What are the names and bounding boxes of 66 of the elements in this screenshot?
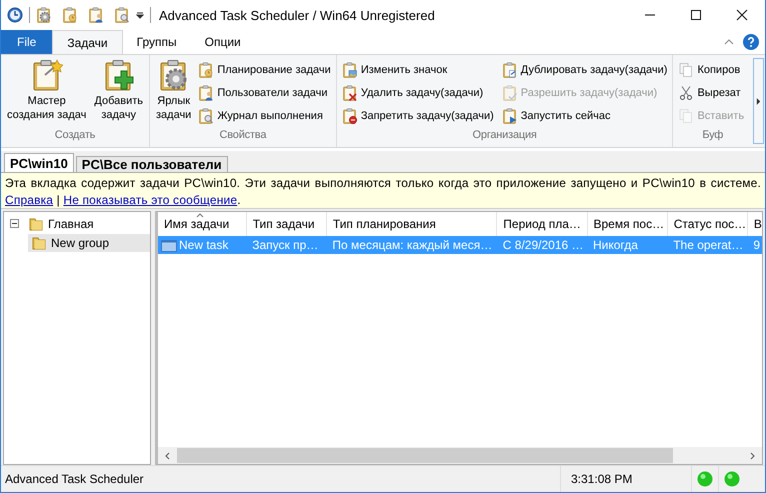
group-label: Создать <box>54 129 96 143</box>
status-light-icon <box>724 471 740 487</box>
table-cell: По месяцам: каждый меся… <box>332 238 492 252</box>
group-label: Буф <box>701 129 724 143</box>
scissors-icon <box>678 85 694 101</box>
table-cell: New task <box>179 238 228 252</box>
status-time: 3:31:08 PM <box>560 466 691 492</box>
clock-clipboard-icon <box>198 62 214 78</box>
ribbon-button[interactable]: Добавить задачу <box>91 57 146 129</box>
help-icon[interactable] <box>743 34 759 50</box>
ribbon-button[interactable]: Дублировать задачу(задачи) <box>500 60 670 80</box>
magnifier-clipboard-icon[interactable] <box>114 7 130 23</box>
window-title: Advanced Task Scheduler / Win64 Unregistered <box>159 8 436 22</box>
ribbon-button[interactable]: Ярлык задачи <box>153 57 194 129</box>
ribbon-button[interactable]: Удалить задачу(задачи) <box>340 83 496 103</box>
user-clipboard-icon <box>198 85 214 101</box>
clock-clipboard-icon[interactable] <box>62 7 78 23</box>
info-message: Эта вкладка содержит задачи PC\win10. Эти задачи выполняются только когда это приложение запущено и PC\win10 в системе. Справка | Не показывать это сообщение. <box>5 175 761 209</box>
link[interactable]: Не показывать это сообщение <box>63 193 238 207</box>
ribbon-button[interactable]: Изменить значок <box>340 60 496 80</box>
table-cell: С 8/29/2016 … <box>502 238 584 252</box>
pages-icon <box>678 62 694 78</box>
document-tab[interactable]: PC\Все пользователи <box>76 156 228 172</box>
folder-icon <box>28 216 44 232</box>
ribbon-tab[interactable]: Задачи <box>52 30 123 54</box>
link[interactable]: Справка <box>5 193 54 207</box>
table-cell: The operat… <box>673 238 744 252</box>
group-label: Организация <box>472 129 538 143</box>
table-cell: 9 <box>753 238 760 252</box>
table-cell: Запуск пр… <box>252 238 318 252</box>
user-clipboard-icon[interactable] <box>88 7 104 23</box>
file-tab[interactable]: File <box>1 30 52 54</box>
stop-clipboard-icon <box>342 108 358 124</box>
caret-icon[interactable] <box>136 11 144 19</box>
ribbon-button[interactable]: Журнал выполнения <box>196 106 333 126</box>
right-arrow-icon <box>756 98 761 104</box>
cross-clipboard-icon <box>342 85 358 101</box>
tree-item[interactable]: New group <box>28 234 150 252</box>
wand-clipboard-icon <box>30 59 63 91</box>
ribbon-button[interactable]: Пользователи задачи <box>196 83 333 103</box>
ribbon-tab[interactable]: Группы <box>122 30 191 54</box>
status-light-icon <box>697 471 713 487</box>
gear-clipboard-icon[interactable] <box>36 7 52 23</box>
ribbon-button[interactable]: Планирование задачи <box>196 60 333 80</box>
tree-item[interactable]: Главная <box>25 214 150 232</box>
pages-icon <box>678 108 694 124</box>
horizontal-scrollbar[interactable] <box>158 447 762 464</box>
ribbon-tab[interactable]: Опции <box>190 30 255 54</box>
ribbon-button[interactable]: Копиров <box>676 60 746 80</box>
magnifier-clipboard-icon <box>198 108 214 124</box>
play-clipboard-icon <box>502 108 518 124</box>
add-clipboard-icon <box>102 59 135 91</box>
ribbon-button[interactable]: Запустить сейчас <box>500 106 670 126</box>
ribbon-button[interactable]: Вырезат <box>676 83 746 103</box>
ribbon-button[interactable]: Запретить задачу(задачи) <box>340 106 496 126</box>
duplicate-clipboard-icon <box>502 62 518 78</box>
picture-clipboard-icon <box>342 62 358 78</box>
group-label: Свойства <box>218 129 268 143</box>
ribbon-button[interactable]: Мастер создания задач <box>4 57 90 129</box>
document-tab[interactable]: PC\win10 <box>4 153 74 172</box>
status-text: Advanced Task Scheduler <box>4 472 145 486</box>
tick-clipboard-icon <box>502 85 518 101</box>
window-icon <box>161 240 177 252</box>
clock-icon[interactable] <box>7 7 23 23</box>
folder-icon <box>31 234 47 250</box>
table-cell: Никогда <box>593 238 638 252</box>
